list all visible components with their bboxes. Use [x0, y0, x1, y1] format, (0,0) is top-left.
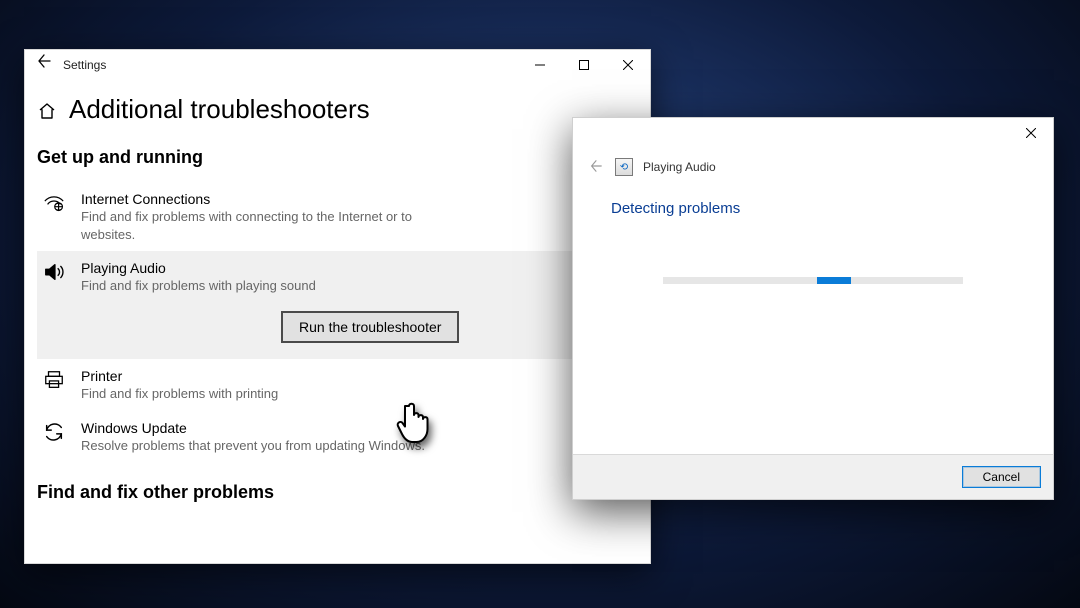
settings-content: Additional troubleshooters Get up and ru…	[25, 80, 650, 503]
wifi-globe-icon	[41, 190, 67, 243]
minimize-button[interactable]	[518, 50, 562, 80]
close-icon	[623, 60, 633, 70]
arrow-left-icon	[36, 53, 52, 69]
close-icon	[1026, 128, 1036, 138]
troubleshooter-description: Resolve problems that prevent you from u…	[81, 437, 425, 455]
troubleshooter-item-windows-update[interactable]: Windows Update Resolve problems that pre…	[37, 411, 638, 463]
troubleshooter-item-playing-audio[interactable]: Playing Audio Find and fix problems with…	[37, 251, 638, 359]
section-get-up-and-running: Get up and running	[37, 147, 638, 168]
troubleshooter-name: Playing Audio	[81, 259, 461, 277]
page-title: Additional troubleshooters	[69, 94, 370, 125]
troubleshooter-name: Printer	[81, 367, 278, 385]
section-find-and-fix-other: Find and fix other problems	[37, 482, 638, 503]
troubleshooter-description: Find and fix problems with playing sound	[81, 277, 461, 295]
dialog-footer: Cancel	[573, 454, 1053, 499]
speaker-icon	[41, 259, 67, 343]
window-title: Settings	[63, 58, 106, 72]
dialog-title: Playing Audio	[643, 160, 716, 174]
cancel-button[interactable]: Cancel	[962, 466, 1041, 488]
refresh-icon	[41, 419, 67, 455]
back-button[interactable]	[25, 50, 63, 80]
troubleshooter-description: Find and fix problems with connecting to…	[81, 208, 461, 243]
close-button[interactable]	[606, 50, 650, 80]
arrow-left-icon	[589, 159, 603, 173]
troubleshooter-description: Find and fix problems with printing	[81, 385, 278, 403]
troubleshooter-name: Windows Update	[81, 419, 425, 437]
dialog-back-button[interactable]	[587, 159, 605, 176]
maximize-icon	[579, 60, 589, 70]
settings-window: Settings Additional troubleshooters Get …	[24, 49, 651, 564]
dialog-heading: Detecting problems	[611, 200, 1013, 217]
printer-icon	[41, 367, 67, 403]
troubleshooter-name: Internet Connections	[81, 190, 461, 208]
troubleshooter-dialog: ⟲ Playing Audio Detecting problems Cance…	[572, 117, 1054, 500]
home-icon[interactable]	[37, 101, 55, 119]
progress-indicator	[817, 277, 851, 284]
progress-bar	[663, 277, 963, 284]
diagnostic-icon: ⟲	[615, 158, 633, 176]
minimize-icon	[535, 60, 545, 70]
run-troubleshooter-button[interactable]: Run the troubleshooter	[281, 311, 459, 343]
maximize-button[interactable]	[562, 50, 606, 80]
troubleshooter-item-printer[interactable]: Printer Find and fix problems with print…	[37, 359, 638, 411]
troubleshooter-item-internet-connections[interactable]: Internet Connections Find and fix proble…	[37, 182, 638, 251]
titlebar: Settings	[25, 50, 650, 80]
dialog-close-button[interactable]	[1009, 118, 1053, 148]
